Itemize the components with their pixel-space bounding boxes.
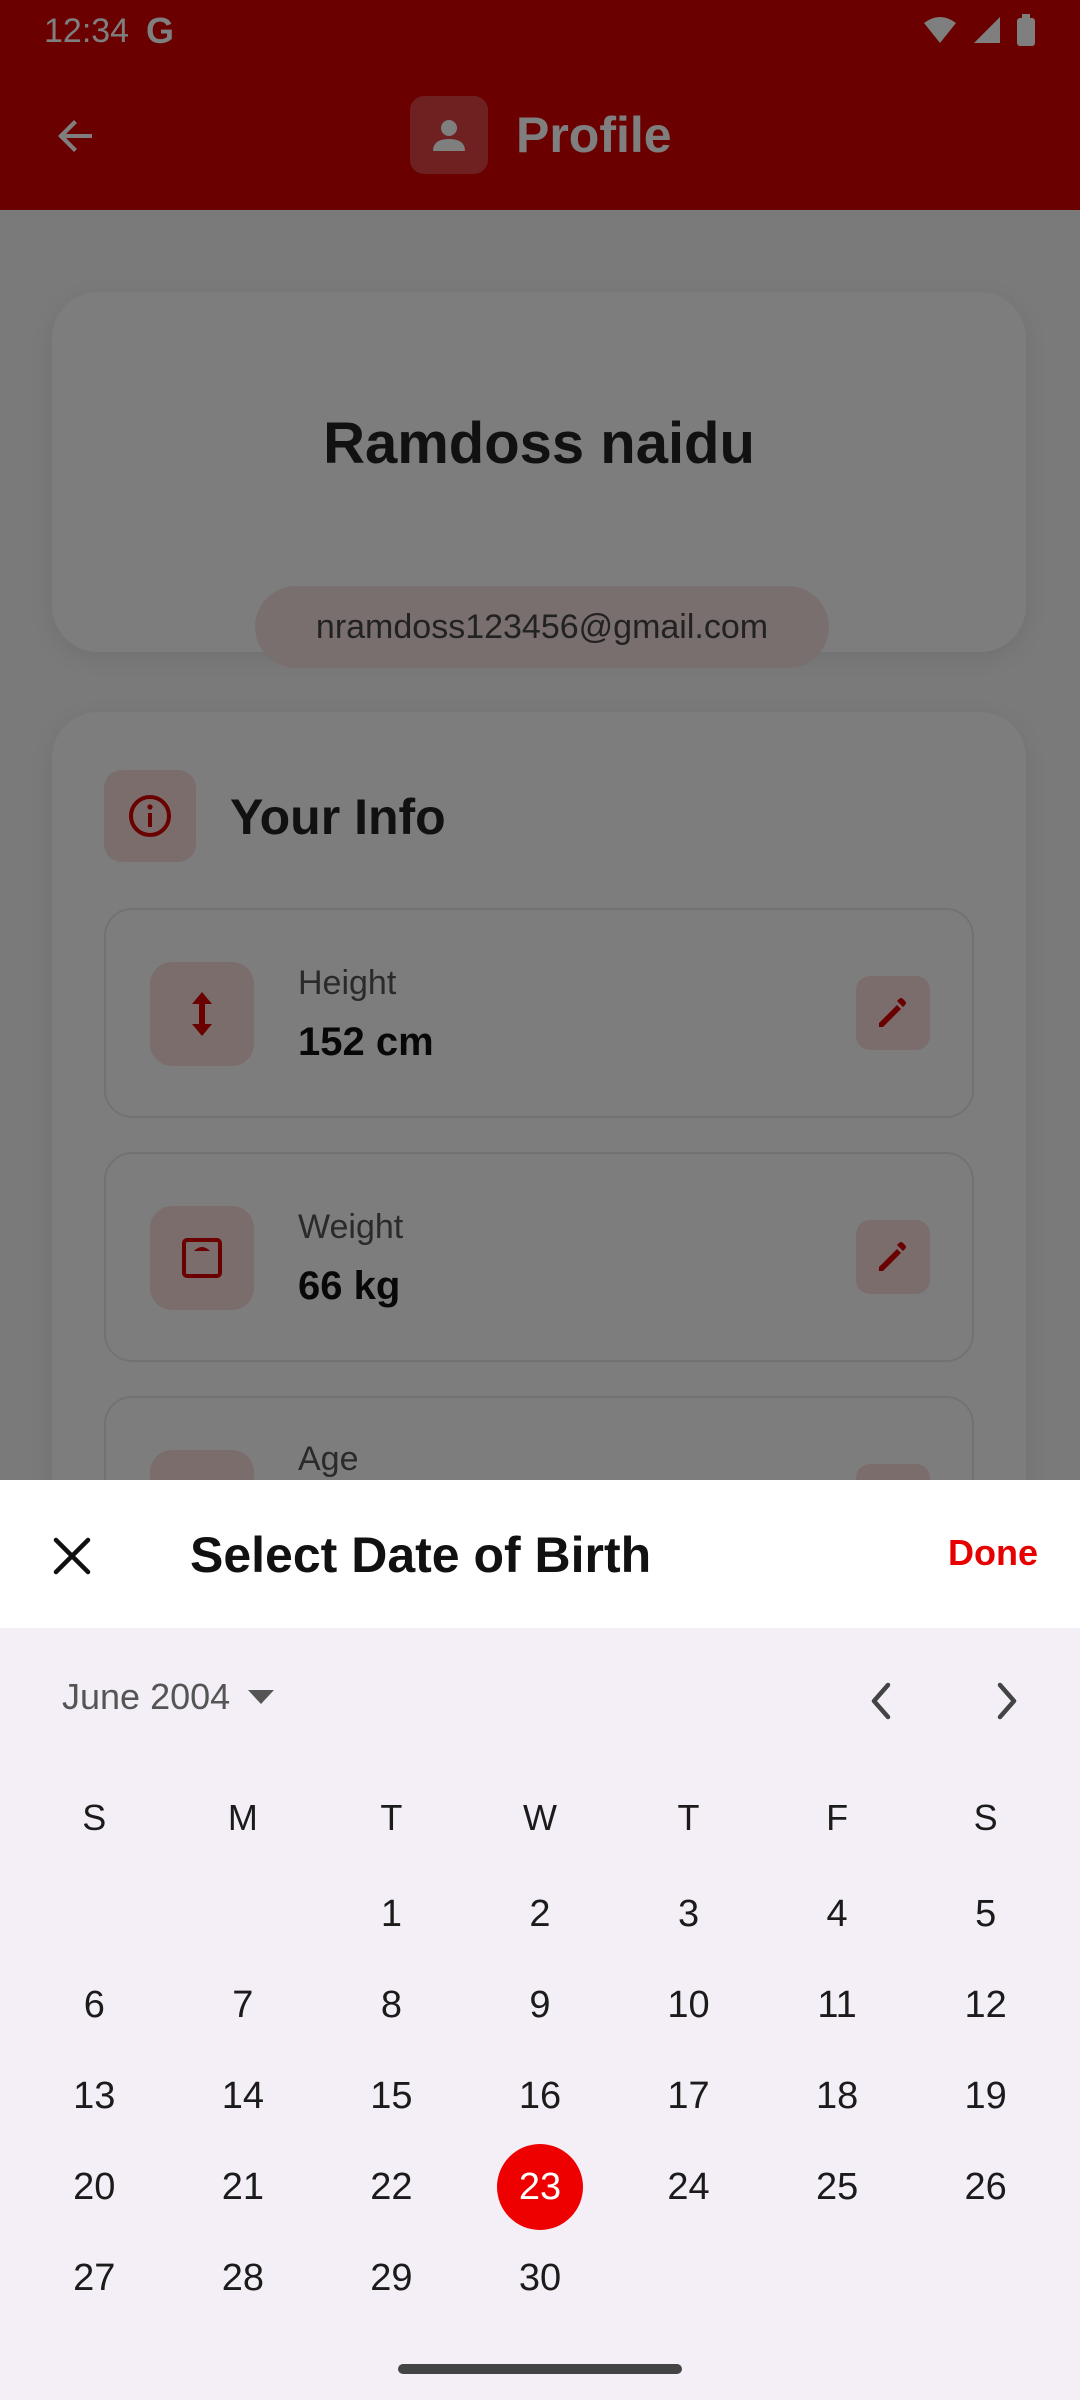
calendar-day[interactable]: 17: [614, 2052, 763, 2140]
calendar-day[interactable]: 19: [911, 2052, 1060, 2140]
calendar-day[interactable]: 11: [763, 1961, 912, 2049]
done-button[interactable]: Done: [948, 1532, 1038, 1574]
calendar-empty-cell: [763, 2234, 912, 2322]
calendar-day[interactable]: 28: [169, 2234, 318, 2322]
weekday-label: S: [82, 1797, 107, 1838]
calendar-day[interactable]: 7: [169, 1961, 318, 2049]
day-number: 18: [815, 2074, 859, 2117]
calendar-empty-cell: [911, 2234, 1060, 2322]
calendar-day[interactable]: 2: [466, 1870, 615, 1958]
next-month-button[interactable]: [972, 1666, 1042, 1736]
weekday-label: F: [826, 1797, 849, 1838]
chevron-left-icon: [871, 1682, 891, 1720]
calendar-day-selected[interactable]: 23: [466, 2143, 615, 2231]
date-picker-sheet: Select Date of Birth Done June 2004 S M …: [0, 1480, 1080, 2400]
day-number: 1: [380, 1892, 402, 1935]
calendar-day[interactable]: 12: [911, 1961, 1060, 2049]
previous-month-button[interactable]: [846, 1666, 916, 1736]
day-number: 3: [677, 1892, 700, 1935]
calendar-empty-cell: [169, 1870, 318, 1958]
calendar-day[interactable]: 21: [169, 2143, 318, 2231]
calendar-day[interactable]: 25: [763, 2143, 912, 2231]
day-number: 23: [518, 2165, 562, 2208]
calendar-day[interactable]: 27: [20, 2234, 169, 2322]
calendar-day[interactable]: 13: [20, 2052, 169, 2140]
calendar-day[interactable]: 26: [911, 2143, 1060, 2231]
calendar-week-row: 20 21 22 23 24 25 26: [20, 2141, 1060, 2232]
sheet-header: Select Date of Birth Done: [0, 1480, 1080, 1628]
weekday-label: T: [380, 1797, 403, 1838]
calendar-grid: S M T W T F S 1 2 3 4 5 6 7 8 9 10 11 12 13 14 15 16 17 1…: [20, 1780, 1060, 2323]
calendar-empty-cell: [614, 2234, 763, 2322]
calendar-week-row: 6 7 8 9 10 11 12: [20, 1959, 1060, 2050]
day-number: 20: [73, 2165, 116, 2208]
calendar-day[interactable]: 4: [763, 1870, 912, 1958]
calendar-empty-cell: [20, 1870, 169, 1958]
day-number: 26: [964, 2165, 1007, 2208]
day-number: 19: [964, 2074, 1007, 2117]
day-number: 2: [529, 1892, 551, 1935]
day-number: 15: [370, 2074, 413, 2117]
calendar-day[interactable]: 9: [466, 1961, 615, 2049]
weekday-label: S: [973, 1797, 998, 1838]
weekday-label: M: [227, 1797, 258, 1838]
day-number: 30: [518, 2256, 562, 2299]
sheet-title: Select Date of Birth: [190, 1527, 652, 1583]
month-year-dropdown[interactable]: June 2004: [62, 1676, 276, 1718]
chevron-right-icon: [997, 1682, 1017, 1720]
calendar-week-row: 1 2 3 4 5: [20, 1868, 1060, 1959]
calendar-day[interactable]: 22: [317, 2143, 466, 2231]
calendar-day[interactable]: 24: [614, 2143, 763, 2231]
calendar-day[interactable]: 6: [20, 1961, 169, 2049]
calendar-week-row: 13 14 15 16 17 18 19: [20, 2050, 1060, 2141]
calendar-day[interactable]: 3: [614, 1870, 763, 1958]
calendar-day[interactable]: 8: [317, 1961, 466, 2049]
calendar-day[interactable]: 20: [20, 2143, 169, 2231]
day-number: 29: [370, 2256, 413, 2299]
modal-scrim[interactable]: [0, 0, 1080, 1480]
calendar-week-row: 27 28 29 30: [20, 2232, 1060, 2323]
dropdown-arrow-icon: [248, 1690, 275, 1704]
day-number: 14: [221, 2074, 264, 2117]
calendar-day[interactable]: 5: [911, 1870, 1060, 1958]
weekday-header: S M T W T F S: [20, 1780, 1060, 1856]
day-number: 8: [380, 1983, 402, 2026]
day-number: 12: [964, 1983, 1007, 2026]
day-number: 16: [518, 2074, 562, 2117]
calendar-weeks: 1 2 3 4 5 6 7 8 9 10 11 12 13 14 15 16 17 18 19 20 21 22 23 24 2…: [20, 1868, 1060, 2323]
day-number: 28: [221, 2256, 264, 2299]
day-number: 9: [529, 1983, 551, 2026]
calendar-day[interactable]: 14: [169, 2052, 318, 2140]
day-number: 4: [826, 1892, 848, 1935]
month-year-label: June 2004: [62, 1676, 231, 1717]
day-number: 21: [221, 2165, 264, 2208]
day-number: 10: [667, 1983, 710, 2026]
day-number: 22: [370, 2165, 413, 2208]
close-button[interactable]: [34, 1518, 110, 1594]
calendar-day[interactable]: 16: [466, 2052, 615, 2140]
day-number: 5: [975, 1892, 997, 1935]
close-icon: [53, 1537, 91, 1575]
day-number: 13: [73, 2074, 116, 2117]
day-number: 6: [83, 1983, 105, 2026]
calendar-day[interactable]: 29: [317, 2234, 466, 2322]
weekday-label: W: [522, 1797, 557, 1838]
day-number: 11: [817, 1983, 857, 2026]
calendar-day[interactable]: 15: [317, 2052, 466, 2140]
weekday-label: T: [677, 1797, 700, 1838]
calendar-day[interactable]: 10: [614, 1961, 763, 2049]
day-number: 27: [73, 2256, 116, 2299]
calendar-day[interactable]: 30: [466, 2234, 615, 2322]
day-number: 17: [667, 2074, 710, 2117]
home-indicator: [398, 2364, 682, 2374]
day-number: 25: [815, 2165, 859, 2208]
day-number: 24: [667, 2165, 710, 2208]
calendar-day[interactable]: 1: [317, 1870, 466, 1958]
day-number: 7: [232, 1983, 254, 2026]
calendar-day[interactable]: 18: [763, 2052, 912, 2140]
